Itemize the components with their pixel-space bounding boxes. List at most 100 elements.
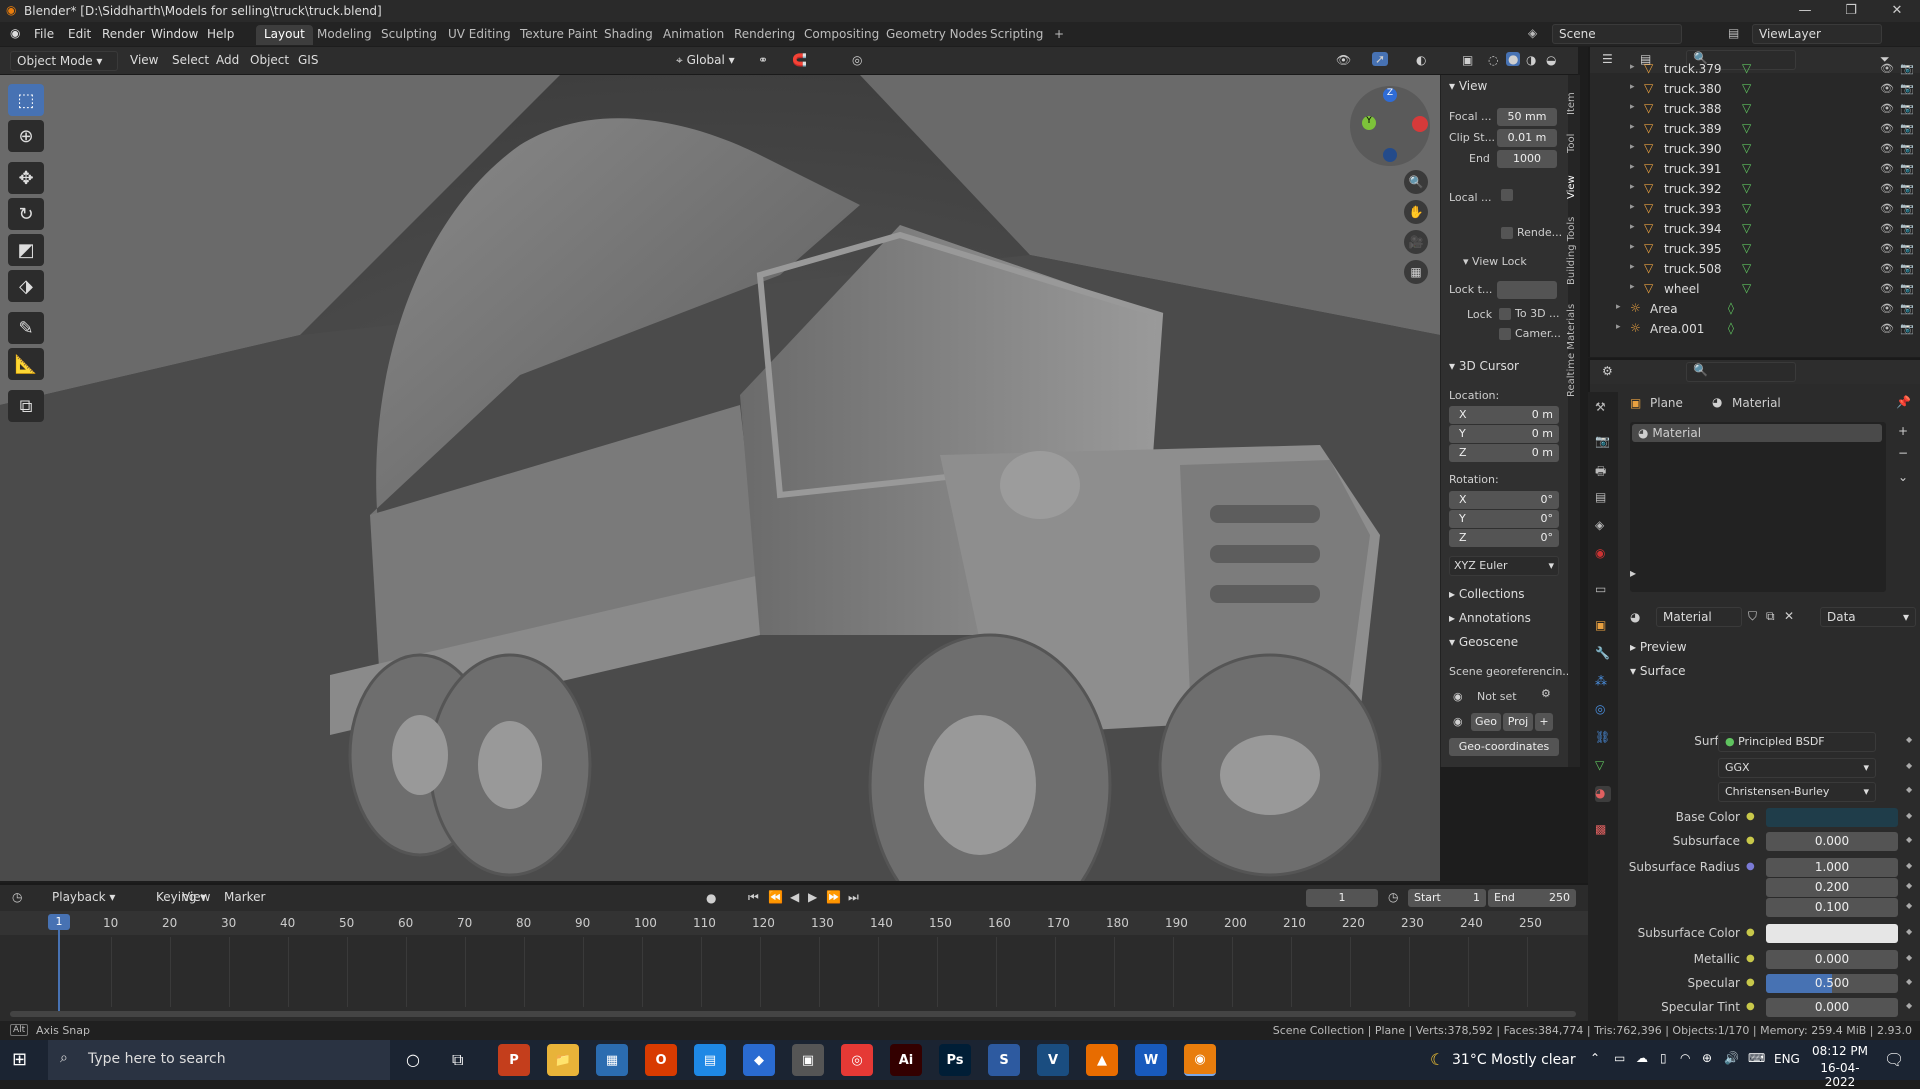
sidebar-tab-realtime-materials[interactable]: Realtime Materials bbox=[1566, 304, 1577, 397]
sidebar-tab-tool[interactable]: Tool bbox=[1566, 134, 1577, 153]
task-view-icon[interactable]: ⧉ bbox=[452, 1050, 463, 1070]
tray-time[interactable]: 08:12 PM bbox=[1808, 1044, 1872, 1058]
render-camera-icon[interactable]: 📷 bbox=[1900, 142, 1914, 155]
taskbar-app-icon[interactable]: O bbox=[645, 1044, 677, 1076]
rotate-tool-icon[interactable]: ↻ bbox=[8, 198, 44, 230]
tray-volume-icon[interactable]: 🔊 bbox=[1724, 1051, 1739, 1065]
minimize-button[interactable]: — bbox=[1782, 0, 1828, 22]
marker-menu[interactable]: Marker bbox=[218, 888, 271, 908]
outliner-row[interactable]: ▸ ▽ wheel ▽ 👁 📷 bbox=[1590, 279, 1920, 299]
cursor-rotation-y[interactable]: Y 0° bbox=[1449, 510, 1559, 528]
taskbar-app-icon[interactable]: S bbox=[988, 1044, 1020, 1076]
mesh-data-icon[interactable]: ▽ bbox=[1742, 61, 1751, 75]
sidebar-tab-item[interactable]: Item bbox=[1566, 92, 1577, 115]
surface-section-header[interactable]: ▾ Surface bbox=[1630, 664, 1686, 678]
expand-arrow-icon[interactable]: ▸ bbox=[1630, 222, 1635, 232]
tab-uv-editing[interactable]: UV Editing bbox=[440, 25, 519, 45]
slot-list-expand-icon[interactable]: ▸ bbox=[1630, 566, 1636, 580]
taskbar-app-icon[interactable]: ▣ bbox=[792, 1044, 824, 1076]
view-section-header[interactable]: ▾ View bbox=[1449, 79, 1487, 93]
geo-radio-icon[interactable]: ◉ bbox=[1453, 715, 1463, 728]
outliner-row[interactable]: ▸ ▽ truck.388 ▽ 👁 📷 bbox=[1590, 99, 1920, 119]
overlay-icon[interactable]: ◐ bbox=[1416, 53, 1426, 67]
view-layer-tab-icon[interactable]: ▤ bbox=[1595, 490, 1611, 506]
timeline-view-menu[interactable]: View bbox=[176, 888, 216, 908]
navigation-gizmo[interactable]: Z Y bbox=[1350, 86, 1430, 166]
render-camera-icon[interactable]: 📷 bbox=[1900, 82, 1914, 95]
link-data-select[interactable]: Data ▾ bbox=[1820, 607, 1916, 627]
measure-tool-icon[interactable]: 📐 bbox=[8, 348, 44, 380]
select-box-tool-icon[interactable]: ⬚ bbox=[8, 84, 44, 116]
visibility-eye-icon[interactable]: 👁 bbox=[1880, 202, 1894, 215]
playback-menu[interactable]: Playback ▾ bbox=[46, 888, 121, 908]
material-shading-icon[interactable]: ◑ bbox=[1526, 53, 1536, 67]
cursor-rotation-x[interactable]: X 0° bbox=[1449, 491, 1559, 509]
jump-end-icon[interactable]: ⏭ bbox=[848, 890, 859, 905]
visibility-eye-icon[interactable]: 👁 bbox=[1880, 82, 1894, 95]
expand-arrow-icon[interactable]: ▸ bbox=[1630, 162, 1635, 172]
timeline-scrollbar[interactable] bbox=[10, 1011, 1576, 1017]
windows-start-icon[interactable]: ⊞ bbox=[12, 1050, 32, 1070]
material-browse-icon[interactable]: ◕ bbox=[1630, 610, 1640, 624]
property-field[interactable]: 0.500 bbox=[1766, 974, 1898, 993]
mesh-data-icon[interactable]: ▽ bbox=[1742, 181, 1751, 195]
output-tab-icon[interactable]: 🖶 bbox=[1595, 462, 1611, 478]
visibility-eye-icon[interactable]: 👁 bbox=[1880, 282, 1894, 295]
taskbar-app-icon[interactable]: ◉ bbox=[1184, 1044, 1216, 1076]
modifier-tab-icon[interactable]: 🔧 bbox=[1595, 646, 1611, 662]
timeline-editor-type-icon[interactable]: ◷ bbox=[12, 890, 22, 904]
expand-arrow-icon[interactable]: ▸ bbox=[1630, 62, 1635, 72]
render-camera-icon[interactable]: 📷 bbox=[1900, 202, 1914, 215]
pan-hand-icon[interactable]: ✋ bbox=[1404, 200, 1428, 224]
world-tab-icon[interactable]: ◉ bbox=[1595, 546, 1611, 562]
remove-slot-icon[interactable]: − bbox=[1898, 446, 1908, 460]
visibility-eye-icon[interactable]: 👁 bbox=[1880, 162, 1894, 175]
taskbar-app-icon[interactable]: ◎ bbox=[841, 1044, 873, 1076]
tray-wifi-icon[interactable]: ◠ bbox=[1680, 1051, 1690, 1065]
play-reverse-icon[interactable]: ◀ bbox=[790, 890, 799, 904]
expand-arrow-icon[interactable]: ▸ bbox=[1616, 322, 1621, 332]
mesh-data-icon[interactable]: ▽ bbox=[1742, 121, 1751, 135]
menu-file[interactable]: File bbox=[34, 27, 54, 41]
tab-texture-paint[interactable]: Texture Paint bbox=[512, 25, 605, 45]
zoom-icon[interactable]: 🔍 bbox=[1404, 170, 1428, 194]
taskbar-app-icon[interactable]: ▤ bbox=[694, 1044, 726, 1076]
material-slot-item[interactable]: ◕ Material bbox=[1632, 424, 1882, 442]
render-region-checkbox[interactable] bbox=[1501, 227, 1513, 239]
tray-keyboard-icon[interactable]: ⌨ bbox=[1748, 1051, 1765, 1065]
properties-search-input[interactable]: 🔍 bbox=[1686, 362, 1796, 382]
keyframe-dot-icon[interactable]: ◆ bbox=[1906, 785, 1912, 794]
rotation-mode-select[interactable]: XYZ Euler ▾ bbox=[1449, 556, 1559, 576]
socket-dot-icon[interactable]: ● bbox=[1746, 953, 1755, 964]
collection-tab-icon[interactable]: ▭ bbox=[1595, 582, 1611, 598]
tool-tab-icon[interactable]: ⚒ bbox=[1595, 400, 1611, 416]
focal-length-field[interactable]: 50 mm bbox=[1497, 108, 1557, 126]
property-field[interactable]: 0.200 bbox=[1766, 878, 1898, 897]
socket-dot-icon[interactable]: ● bbox=[1746, 927, 1755, 938]
solid-shading-icon[interactable]: ● bbox=[1506, 52, 1521, 66]
close-button[interactable]: ✕ bbox=[1874, 0, 1920, 22]
expand-arrow-icon[interactable]: ▸ bbox=[1630, 102, 1635, 112]
property-field[interactable] bbox=[1766, 808, 1898, 827]
wireframe-shading-icon[interactable]: ◌ bbox=[1488, 53, 1498, 67]
expand-arrow-icon[interactable]: ▸ bbox=[1630, 262, 1635, 272]
add-workspace-button[interactable]: + bbox=[1046, 25, 1072, 45]
render-camera-icon[interactable]: 📷 bbox=[1900, 182, 1914, 195]
texture-tab-icon[interactable]: ▩ bbox=[1595, 822, 1611, 838]
gis-menu[interactable]: GIS bbox=[292, 51, 324, 71]
mesh-data-icon[interactable]: ▽ bbox=[1742, 281, 1751, 295]
weather-text[interactable]: 31°C Mostly clear bbox=[1452, 1052, 1576, 1068]
rendered-shading-icon[interactable]: ◒ bbox=[1546, 53, 1556, 67]
taskbar-app-icon[interactable]: P bbox=[498, 1044, 530, 1076]
clip-start-field[interactable]: 0.01 m bbox=[1497, 129, 1557, 147]
expand-arrow-icon[interactable]: ▸ bbox=[1630, 202, 1635, 212]
unlink-material-icon[interactable]: ✕ bbox=[1784, 609, 1794, 623]
material-name-field[interactable]: Material bbox=[1656, 607, 1742, 627]
tray-chevron-icon[interactable]: ⌃ bbox=[1590, 1051, 1600, 1065]
tab-geometry-nodes[interactable]: Geometry Nodes bbox=[878, 25, 995, 45]
tray-device-icon[interactable]: ▭ bbox=[1614, 1051, 1625, 1065]
cursor-rotation-z[interactable]: Z 0° bbox=[1449, 529, 1559, 547]
property-field[interactable] bbox=[1766, 924, 1898, 943]
notification-icon[interactable]: 🗨 bbox=[1884, 1050, 1904, 1069]
geo-add-icon[interactable]: + bbox=[1535, 713, 1553, 731]
